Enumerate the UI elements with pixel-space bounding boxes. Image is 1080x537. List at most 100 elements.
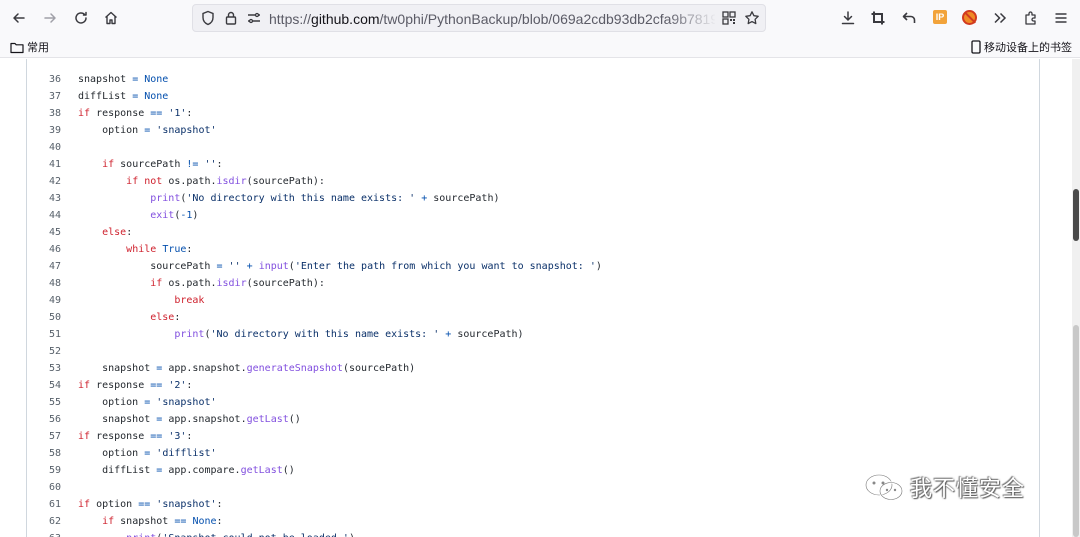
mobile-bookmarks[interactable]: 移动设备上的书签: [971, 39, 1072, 55]
code-line: 47 sourcePath = '' + input('Enter the pa…: [27, 258, 1039, 275]
undo-icon[interactable]: [897, 6, 921, 30]
code-token: input: [258, 261, 289, 272]
line-number[interactable]: 58: [27, 445, 61, 462]
reload-icon[interactable]: [69, 6, 93, 30]
mobile-bookmarks-label: 移动设备上的书签: [984, 42, 1072, 54]
code-line: 60: [27, 479, 1039, 496]
overflow-chevrons-icon[interactable]: [988, 6, 1012, 30]
line-number[interactable]: 38: [27, 105, 61, 122]
code-token: app.snapshot.: [162, 363, 247, 374]
line-number[interactable]: 45: [27, 224, 61, 241]
line-number[interactable]: 44: [27, 207, 61, 224]
code-text: while True:: [78, 241, 192, 258]
code-token: option: [78, 397, 145, 408]
code-token: ==: [150, 431, 163, 442]
ip-extension-icon[interactable]: IP: [933, 10, 947, 24]
bookmark-folder-common[interactable]: 常用: [10, 39, 49, 55]
line-number[interactable]: 60: [27, 479, 61, 496]
line-number[interactable]: 54: [27, 377, 61, 394]
line-number[interactable]: 56: [27, 411, 61, 428]
code-line: 46 while True:: [27, 241, 1039, 258]
back-icon[interactable]: [7, 6, 31, 30]
code-token: None: [144, 74, 169, 85]
bookmark-star-icon[interactable]: [744, 10, 760, 26]
scrollbar-thumb[interactable]: [1073, 189, 1079, 241]
line-number[interactable]: 40: [27, 139, 61, 156]
line-number[interactable]: 47: [27, 258, 61, 275]
line-number[interactable]: 37: [27, 88, 61, 105]
line-number[interactable]: 53: [27, 360, 61, 377]
code-token: while: [126, 244, 157, 255]
code-token: '1': [168, 108, 187, 119]
code-text: snapshot = app.snapshot.generateSnapshot…: [78, 360, 415, 377]
line-number[interactable]: 50: [27, 309, 61, 326]
code-token: if: [78, 380, 91, 391]
line-number[interactable]: 39: [27, 122, 61, 139]
folder-icon: [10, 42, 24, 53]
line-number[interactable]: 55: [27, 394, 61, 411]
code-text: if os.path.isdir(sourcePath):: [78, 275, 325, 292]
line-number[interactable]: 46: [27, 241, 61, 258]
code-token: True: [162, 244, 187, 255]
code-line: 57 if response == '3':: [27, 428, 1039, 445]
qr-code-icon[interactable]: [721, 10, 737, 26]
line-number[interactable]: 48: [27, 275, 61, 292]
line-number[interactable]: 42: [27, 173, 61, 190]
line-number[interactable]: 61: [27, 496, 61, 513]
code-token: None: [144, 91, 169, 102]
block-extension-icon[interactable]: [962, 10, 977, 25]
line-number[interactable]: 51: [27, 326, 61, 343]
line-number[interactable]: 63: [27, 530, 61, 537]
forward-icon[interactable]: [38, 6, 62, 30]
shield-icon[interactable]: [200, 10, 216, 26]
code-line: 40: [27, 139, 1039, 156]
code-token: print: [174, 329, 205, 340]
code-token: getLast: [240, 465, 283, 476]
code-token: :: [216, 159, 223, 170]
line-number[interactable]: 52: [27, 343, 61, 360]
menu-icon[interactable]: [1049, 6, 1073, 30]
code-line: 50 else:: [27, 309, 1039, 326]
code-token: snapshot: [78, 414, 157, 425]
code-token: 'No directory with this name exists: ': [186, 193, 416, 204]
code-line: 56 snapshot = app.snapshot.getLast(): [27, 411, 1039, 428]
download-icon[interactable]: [836, 6, 860, 30]
url-text[interactable]: https://github.com/tw0phi/PythonBackup/b…: [269, 10, 715, 28]
code-line: 48 if os.path.isdir(sourcePath):: [27, 275, 1039, 292]
extensions-icon[interactable]: [1019, 6, 1043, 30]
line-number[interactable]: 36: [27, 71, 61, 88]
lock-icon[interactable]: [223, 10, 239, 26]
code-token: 'Enter the path from which you want to s…: [294, 261, 596, 272]
code-text: else:: [78, 309, 180, 326]
line-number[interactable]: 43: [27, 190, 61, 207]
crop-icon[interactable]: [866, 6, 890, 30]
code-token: sourcePath: [78, 261, 217, 272]
code-token: if: [126, 176, 139, 187]
code-token: 'difflist': [156, 448, 217, 459]
mobile-device-icon: [971, 40, 981, 54]
home-icon[interactable]: [99, 6, 123, 30]
code-token: isdir: [216, 278, 247, 289]
line-number[interactable]: 57: [27, 428, 61, 445]
code-token: (sourcePath): [342, 363, 416, 374]
code-line: 43 print('No directory with this name ex…: [27, 190, 1039, 207]
code-token: if: [102, 516, 115, 527]
line-number[interactable]: 41: [27, 156, 61, 173]
line-number[interactable]: 49: [27, 292, 61, 309]
line-number[interactable]: 62: [27, 513, 61, 530]
permissions-icon[interactable]: [246, 10, 262, 26]
line-number[interactable]: 59: [27, 462, 61, 479]
url-bar[interactable]: https://github.com/tw0phi/PythonBackup/b…: [192, 4, 766, 32]
code-text: if response == '2':: [78, 377, 192, 394]
code-token: ==: [174, 516, 187, 527]
code-token: :: [186, 380, 193, 391]
page-scrollbar[interactable]: [1072, 59, 1080, 537]
code-text: if sourcePath != '':: [78, 156, 223, 173]
